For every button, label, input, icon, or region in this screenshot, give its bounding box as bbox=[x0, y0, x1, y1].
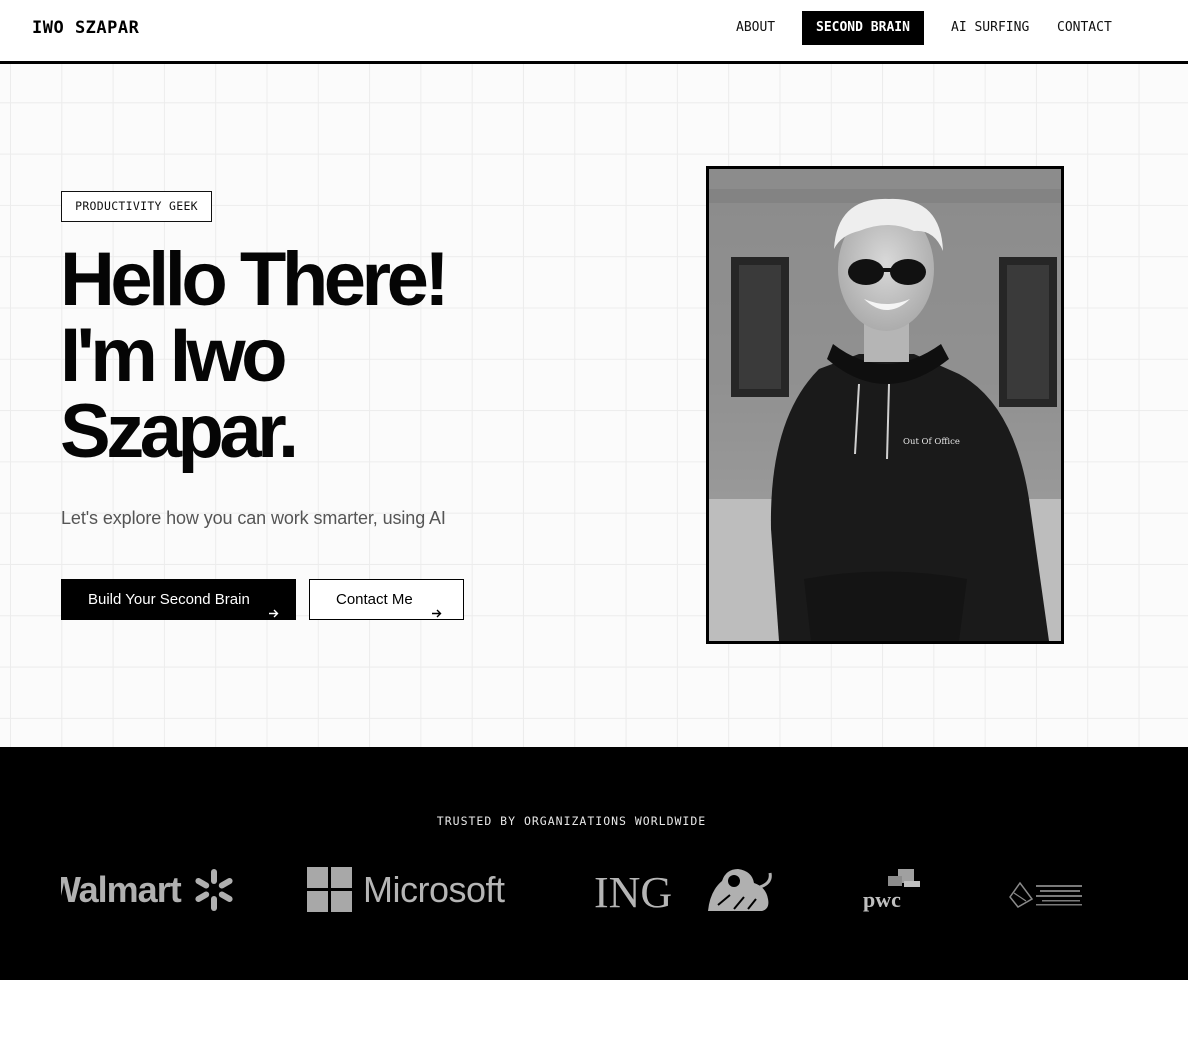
ing-wordmark: ING bbox=[594, 868, 673, 917]
trusted-heading: TRUSTED BY ORGANIZATIONS WORLDWIDE bbox=[436, 814, 707, 828]
nav-link-contact[interactable]: CONTACT bbox=[1057, 11, 1112, 45]
hero-tag: PRODUCTIVITY GEEK bbox=[61, 191, 212, 222]
hero-section: PRODUCTIVITY GEEK Hello There! I'm Iwo S… bbox=[0, 64, 1188, 747]
nav-link-about[interactable]: ABOUT bbox=[736, 11, 775, 45]
microsoft-logo: Microsoft bbox=[307, 859, 537, 919]
walmart-logo: Walmart bbox=[61, 859, 246, 919]
contact-me-button[interactable]: Contact Me bbox=[309, 579, 464, 620]
nav-link-second-brain[interactable]: SECOND BRAIN bbox=[802, 11, 924, 45]
profile-photo: Out Of Office bbox=[706, 166, 1064, 644]
page-bottom-space bbox=[0, 980, 1188, 1043]
organization-emblem-icon bbox=[1009, 881, 1082, 908]
ing-logo: ING bbox=[592, 859, 782, 919]
site-brand[interactable]: IWO SZAPAR bbox=[32, 18, 139, 38]
microsoft-wordmark: Microsoft bbox=[363, 869, 505, 910]
pwc-logo: pwc bbox=[860, 859, 925, 919]
arrow-right-icon bbox=[268, 594, 279, 618]
trusted-by-section: TRUSTED BY ORGANIZATIONS WORLDWIDE Walma… bbox=[0, 747, 1188, 980]
hero-headline: Hello There! I'm Iwo Szapar. bbox=[60, 242, 580, 470]
build-second-brain-button[interactable]: Build Your Second Brain bbox=[61, 579, 296, 620]
arabic-organization-logo bbox=[1006, 859, 1088, 919]
walmart-spark-icon bbox=[195, 869, 233, 911]
build-second-brain-label: Build Your Second Brain bbox=[88, 591, 250, 608]
walmart-wordmark: Walmart bbox=[61, 869, 182, 910]
ing-lion-icon bbox=[708, 869, 772, 911]
hoodie-print: Out Of Office bbox=[903, 437, 960, 447]
nav-link-ai-surfing[interactable]: AI SURFING bbox=[951, 11, 1029, 45]
arrow-right-icon bbox=[431, 594, 442, 618]
contact-me-label: Contact Me bbox=[336, 591, 413, 608]
top-navigation: IWO SZAPAR ABOUT SECOND BRAIN AI SURFING… bbox=[0, 0, 1188, 64]
microsoft-windows-icon bbox=[307, 867, 352, 912]
headline-line-1: Hello There! bbox=[60, 237, 450, 322]
hero-subtitle: Let's explore how you can work smarter, … bbox=[61, 508, 446, 528]
pwc-wordmark: pwc bbox=[863, 887, 901, 912]
headline-line-3: Szapar. bbox=[60, 389, 299, 474]
headline-line-2: I'm Iwo bbox=[60, 313, 288, 398]
